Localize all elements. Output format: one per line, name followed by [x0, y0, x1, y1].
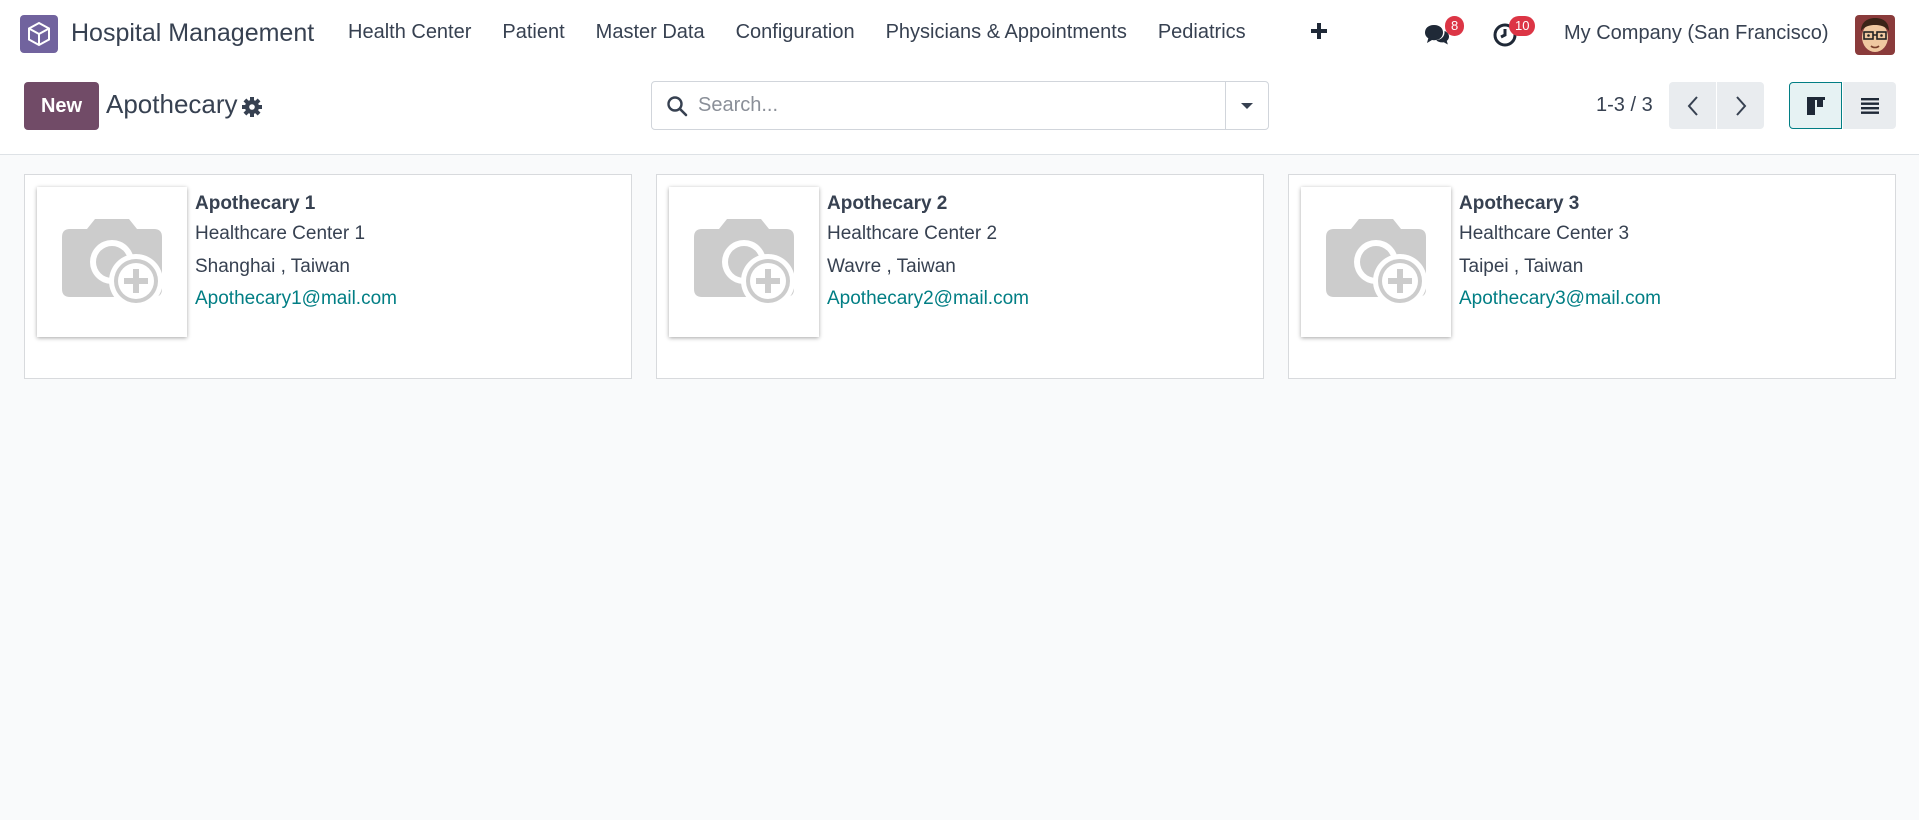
pager-value[interactable]: 1-3 / 3 [1596, 94, 1653, 117]
card-title: Apothecary 1 [195, 193, 316, 214]
card-healthcare-center: Healthcare Center 3 [1459, 223, 1630, 244]
main-menu: Health Center Patient Master Data Config… [348, 21, 1277, 44]
camera-add-icon [37, 187, 187, 337]
search-options-toggle[interactable] [1225, 82, 1268, 129]
list-view-button[interactable] [1843, 82, 1896, 129]
card-email-link[interactable]: Apothecary1@mail.com [195, 288, 397, 310]
card-title: Apothecary 2 [827, 193, 948, 214]
kanban-view-button[interactable] [1789, 82, 1842, 129]
chevron-left-icon [1687, 95, 1698, 116]
app-name[interactable]: Hospital Management [71, 19, 314, 48]
plus-icon[interactable] [1308, 20, 1330, 42]
kanban-card[interactable]: Apothecary 1 Healthcare Center 1 Shangha… [24, 174, 632, 379]
breadcrumb: Apothecary [106, 89, 238, 119]
company-switcher[interactable]: My Company (San Francisco) [1564, 22, 1829, 45]
messages-count-badge: 8 [1445, 16, 1465, 36]
top-navbar: Hospital Management Health Center Patien… [0, 0, 1919, 70]
card-healthcare-center: Healthcare Center 1 [195, 223, 366, 244]
menu-item-health-center[interactable]: Health Center [348, 21, 471, 44]
card-location: Shanghai , Taiwan [195, 256, 350, 277]
menu-item-pediatrics[interactable]: Pediatrics [1158, 21, 1246, 44]
kanban-card[interactable]: Apothecary 2 Healthcare Center 2 Wavre ,… [656, 174, 1264, 379]
search-input[interactable] [698, 90, 1198, 120]
menu-item-patient[interactable]: Patient [502, 21, 564, 44]
menu-item-master-data[interactable]: Master Data [596, 21, 705, 44]
search-icon [666, 95, 688, 117]
caret-down-icon [1241, 102, 1253, 109]
search-bar [651, 81, 1269, 130]
activities-count-badge: 10 [1509, 16, 1536, 36]
new-button[interactable]: New [24, 82, 99, 130]
menu-item-configuration[interactable]: Configuration [736, 21, 855, 44]
app-box-icon[interactable] [20, 15, 58, 53]
card-healthcare-center: Healthcare Center 2 [827, 223, 998, 244]
card-email-link[interactable]: Apothecary3@mail.com [1459, 288, 1661, 310]
gear-icon[interactable] [241, 96, 263, 118]
kanban-card[interactable]: Apothecary 3 Healthcare Center 3 Taipei … [1288, 174, 1896, 379]
card-title: Apothecary 3 [1459, 193, 1580, 214]
list-icon [1860, 97, 1879, 114]
card-email-link[interactable]: Apothecary2@mail.com [827, 288, 1029, 310]
avatar[interactable] [1855, 15, 1895, 55]
chevron-right-icon [1735, 95, 1746, 116]
camera-add-icon [1301, 187, 1451, 337]
card-location: Wavre , Taiwan [827, 256, 956, 277]
card-location: Taipei , Taiwan [1459, 256, 1584, 277]
kanban-icon [1806, 96, 1825, 115]
control-panel: New Apothecary Search... 1-3 / 3 [0, 70, 1919, 155]
camera-add-icon [669, 187, 819, 337]
pager-next-button[interactable] [1717, 82, 1764, 129]
menu-item-physicians-appointments[interactable]: Physicians & Appointments [886, 21, 1127, 44]
pager-previous-button[interactable] [1669, 82, 1716, 129]
